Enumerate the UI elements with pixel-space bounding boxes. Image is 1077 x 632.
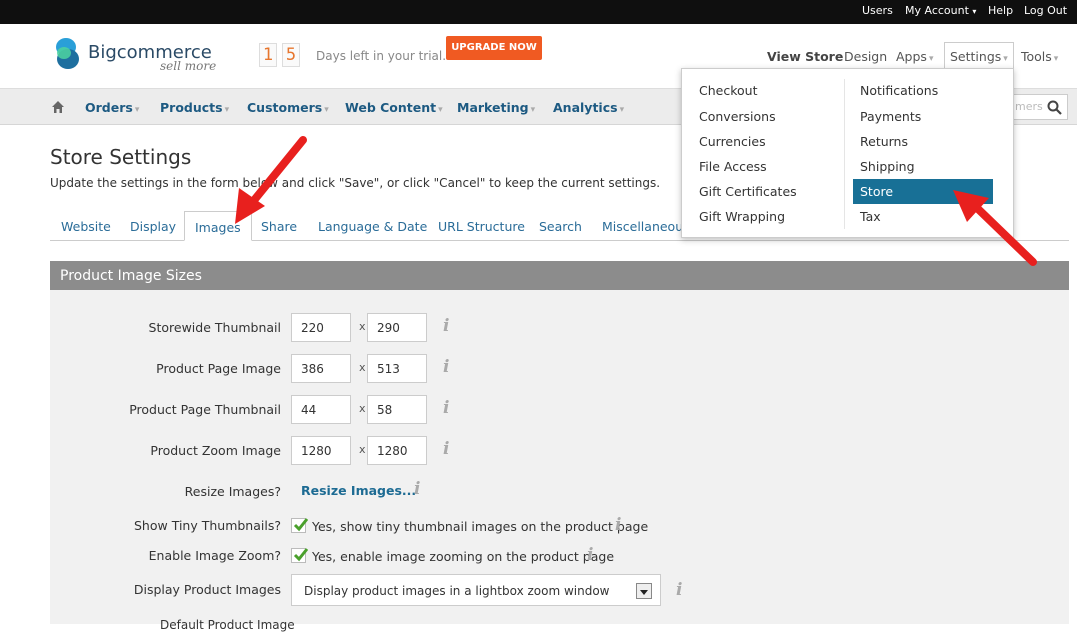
info-icon[interactable]: i xyxy=(443,316,449,336)
storewide-thumbnail-width[interactable]: 220 xyxy=(291,313,351,342)
resize-images-link[interactable]: Resize Images... xyxy=(301,483,416,498)
tab-display[interactable]: Display xyxy=(130,219,176,234)
my-account-link[interactable]: My Account ▾ xyxy=(905,4,976,17)
menu-item-currencies[interactable]: Currencies xyxy=(699,134,766,149)
product-zoom-image-width[interactable]: 1280 xyxy=(291,436,351,465)
info-icon[interactable]: i xyxy=(676,580,682,600)
resize-images-label: Resize Images? xyxy=(184,484,281,499)
menu-item-file-access[interactable]: File Access xyxy=(699,159,767,174)
search-icon[interactable] xyxy=(1047,100,1062,115)
menu-item-notifications[interactable]: Notifications xyxy=(860,83,938,98)
product-page-thumbnail-width[interactable]: 44 xyxy=(291,395,351,424)
top-bar: Users My Account ▾ Help Log Out xyxy=(0,0,1077,24)
tab-images[interactable]: Images xyxy=(184,211,252,241)
image-zoom-checkbox[interactable] xyxy=(291,548,308,563)
menu-item-store[interactable]: Store xyxy=(853,179,993,204)
dimension-separator: x xyxy=(359,361,366,374)
settings-menu[interactable]: Settings ▾ xyxy=(950,49,1008,64)
nav-web-content[interactable]: Web Content ▾ xyxy=(345,100,443,115)
tab-share[interactable]: Share xyxy=(261,219,297,234)
menu-item-tax[interactable]: Tax xyxy=(860,209,881,224)
tab-website[interactable]: Website xyxy=(61,219,111,234)
upgrade-button[interactable]: UPGRADE NOW xyxy=(446,36,542,60)
panel-heading: Product Image Sizes xyxy=(50,261,1069,291)
page-subtitle: Update the settings in the form below an… xyxy=(50,176,661,190)
design-link[interactable]: Design xyxy=(844,49,887,64)
display-images-select[interactable]: Display product images in a lightbox zoo… xyxy=(291,574,661,606)
nav-customers[interactable]: Customers ▾ xyxy=(247,100,329,115)
checkmark-icon xyxy=(293,518,308,532)
menu-item-shipping[interactable]: Shipping xyxy=(860,159,915,174)
menu-item-conversions[interactable]: Conversions xyxy=(699,109,776,124)
product-page-thumbnail-height[interactable]: 58 xyxy=(367,395,427,424)
trial-digit: 5 xyxy=(282,43,300,67)
tiny-thumbnails-text: Yes, show tiny thumbnail images on the p… xyxy=(312,519,649,534)
logo-mark-icon xyxy=(56,38,79,69)
menu-item-gift-wrapping[interactable]: Gift Wrapping xyxy=(699,209,785,224)
dimension-separator: x xyxy=(359,443,366,456)
product-page-image-width[interactable]: 386 xyxy=(291,354,351,383)
logout-link[interactable]: Log Out xyxy=(1024,4,1067,17)
info-icon[interactable]: i xyxy=(587,545,593,565)
menu-item-payments[interactable]: Payments xyxy=(860,109,921,124)
display-images-label: Display Product Images xyxy=(133,582,281,597)
dropdown-divider xyxy=(844,79,845,229)
tab-search[interactable]: Search xyxy=(539,219,582,234)
nav-marketing[interactable]: Marketing ▾ xyxy=(457,100,535,115)
tools-menu[interactable]: Tools ▾ xyxy=(1021,49,1058,64)
trial-digit: 1 xyxy=(259,43,277,67)
tiny-thumbnails-checkbox[interactable] xyxy=(291,518,308,533)
settings-dropdown: Checkout Conversions Currencies File Acc… xyxy=(681,68,1014,238)
nav-products[interactable]: Products ▾ xyxy=(160,100,229,115)
menu-item-returns[interactable]: Returns xyxy=(860,134,908,149)
display-images-value: Display product images in a lightbox zoo… xyxy=(304,584,610,598)
menu-item-gift-certificates[interactable]: Gift Certificates xyxy=(699,184,797,199)
storewide-thumbnail-label: Storewide Thumbnail xyxy=(148,320,281,335)
info-icon[interactable]: i xyxy=(443,398,449,418)
tab-url-structure[interactable]: URL Structure xyxy=(438,219,525,234)
apps-menu[interactable]: Apps ▾ xyxy=(896,49,933,64)
product-page-thumbnail-label: Product Page Thumbnail xyxy=(129,402,281,417)
trial-text: Days left in your trial. xyxy=(316,49,447,63)
product-page-image-label: Product Page Image xyxy=(156,361,281,376)
nav-orders[interactable]: Orders ▾ xyxy=(85,100,139,115)
info-icon[interactable]: i xyxy=(414,479,420,499)
tab-language-date[interactable]: Language & Date xyxy=(318,219,427,234)
nav-analytics[interactable]: Analytics ▾ xyxy=(553,100,624,115)
dimension-separator: x xyxy=(359,320,366,333)
product-zoom-image-height[interactable]: 1280 xyxy=(367,436,427,465)
info-icon[interactable]: i xyxy=(443,439,449,459)
tiny-thumbnails-label: Show Tiny Thumbnails? xyxy=(134,518,281,533)
image-zoom-label: Enable Image Zoom? xyxy=(148,548,281,563)
product-zoom-image-label: Product Zoom Image xyxy=(150,443,281,458)
checkmark-icon xyxy=(293,548,308,562)
info-icon[interactable]: i xyxy=(443,357,449,377)
product-page-image-height[interactable]: 513 xyxy=(367,354,427,383)
users-link[interactable]: Users xyxy=(862,4,893,17)
home-icon[interactable] xyxy=(51,100,65,114)
dropdown-arrow-icon[interactable] xyxy=(636,583,652,599)
page-title: Store Settings xyxy=(50,145,192,169)
menu-item-checkout[interactable]: Checkout xyxy=(699,83,757,98)
search-placeholder: mers xyxy=(1015,100,1043,113)
default-image-label: Default Product Image xyxy=(160,618,295,632)
help-link[interactable]: Help xyxy=(988,4,1013,17)
tab-miscellaneous[interactable]: Miscellaneous xyxy=(602,219,690,234)
image-zoom-text: Yes, enable image zooming on the product… xyxy=(312,549,615,564)
dimension-separator: x xyxy=(359,402,366,415)
view-store-link[interactable]: View Store xyxy=(767,49,843,64)
logo-tagline: sell more xyxy=(160,59,217,73)
info-icon[interactable]: i xyxy=(615,515,621,535)
storewide-thumbnail-height[interactable]: 290 xyxy=(367,313,427,342)
